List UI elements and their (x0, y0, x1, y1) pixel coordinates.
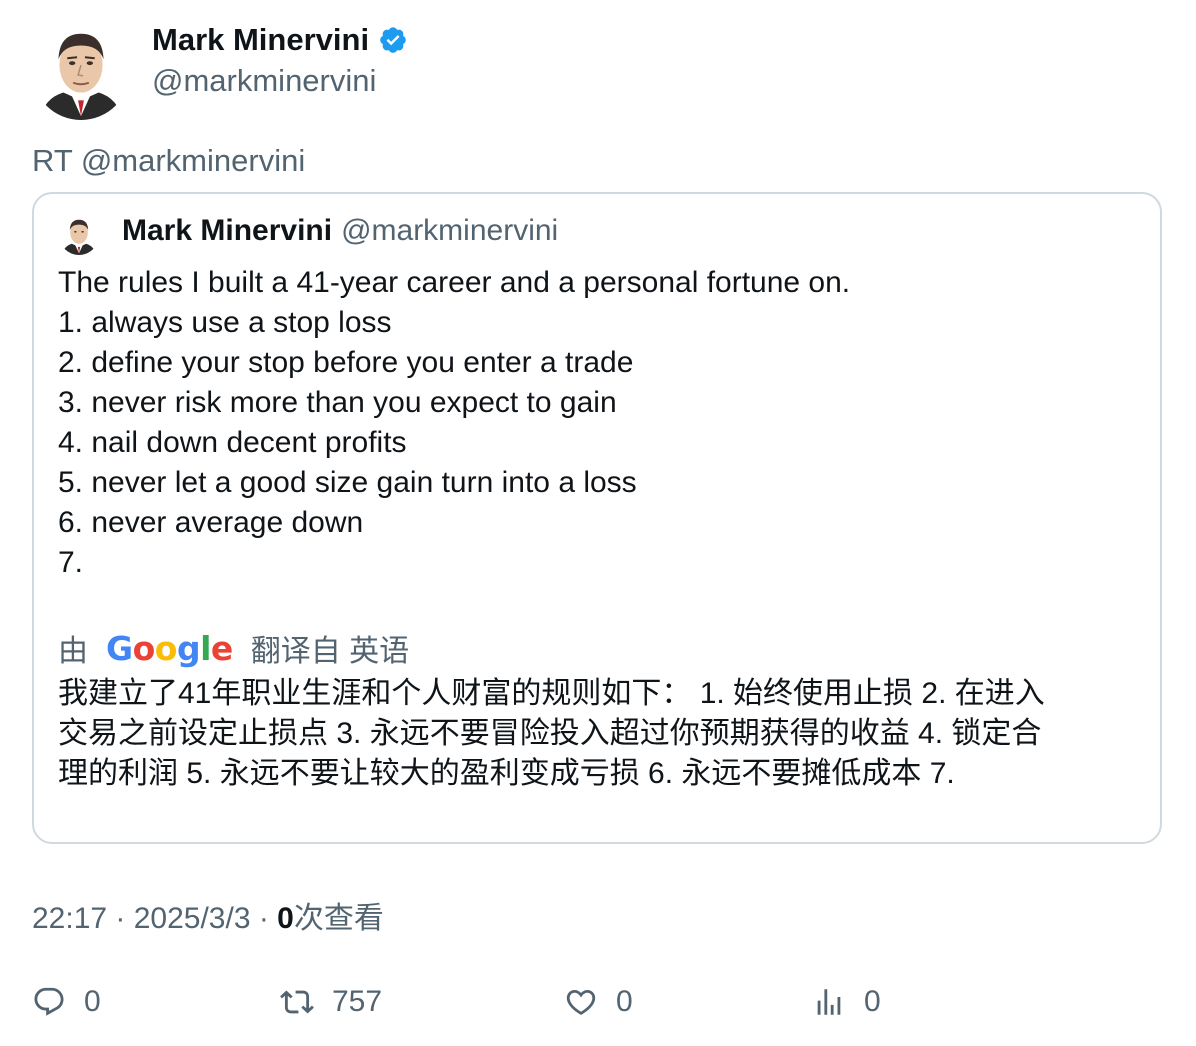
avatar-illustration-small (59, 215, 99, 255)
google-logo-icon: Google (106, 628, 233, 668)
quoted-tweet-header: Mark Minervini @markminervini (122, 214, 558, 248)
like-count: 0 (616, 985, 633, 1018)
author-avatar[interactable] (32, 22, 130, 120)
quoted-text-line: 4. nail down decent profits (58, 426, 407, 459)
quoted-text-line: The rules I built a 41-year career and a… (58, 266, 851, 299)
author-handle[interactable]: @markminervini (152, 63, 376, 99)
translated-text-line: 交易之前设定止损点 3. 永远不要冒险投入超过你预期获得的收益 4. 锁定合 (58, 717, 1042, 750)
quoted-text-line: 5. never let a good size gain turn into … (58, 466, 637, 499)
author-name-text[interactable]: Mark Minervini (152, 22, 369, 58)
views-action-count: 0 (864, 985, 881, 1018)
retweet-count: 757 (332, 985, 383, 1018)
reply-icon (34, 987, 64, 1016)
translated-text-line: 我建立了41年职业生涯和个人财富的规则如下： 1. 始终使用止损 2. 在进入 (58, 677, 1045, 710)
quoted-text-line: 6. never average down (58, 506, 364, 539)
heart-icon (566, 989, 596, 1015)
quoted-text-line: 3. never risk more than you expect to ga… (58, 386, 617, 419)
views-label: 次查看 (293, 902, 384, 935)
quoted-text-line: 2. define your stop before you enter a t… (58, 346, 634, 379)
tweet-timestamp[interactable]: 22:17 · 2025/3/3 · (32, 902, 277, 935)
quoted-text-line: 1. always use a stop loss (58, 306, 392, 339)
retweet-button[interactable]: 757 (280, 982, 382, 1022)
avatar-illustration (32, 22, 130, 120)
translate-prefix: 由 (58, 635, 88, 668)
views-button[interactable]: 0 (812, 982, 881, 1022)
quoted-author-name[interactable]: Mark Minervini (122, 214, 332, 247)
views-count: 0 (277, 902, 294, 935)
retweet-icon (280, 990, 314, 1014)
verified-badge-icon[interactable] (378, 25, 408, 55)
retweet-text: RT @markminervini (32, 143, 306, 178)
translated-text: 我建立了41年职业生涯和个人财富的规则如下： 1. 始终使用止损 2. 在进入 … (58, 674, 1128, 794)
quoted-text-line: 7. (58, 546, 84, 579)
like-button[interactable]: 0 (564, 982, 633, 1022)
translated-text-line: 理的利润 5. 永远不要让较大的盈利变成亏损 6. 永远不要摊低成本 7. (58, 757, 955, 790)
reply-button[interactable]: 0 (32, 982, 101, 1022)
reply-count: 0 (84, 985, 101, 1018)
author-name[interactable]: Mark Minervini (152, 22, 408, 58)
tweet-meta: 22:17 · 2025/3/3 · 0次查看 (32, 893, 384, 937)
translate-suffix: 翻译自 英语 (250, 635, 410, 668)
quoted-author-handle[interactable]: @markminervini (341, 214, 558, 247)
analytics-icon (817, 989, 841, 1015)
quoted-author-avatar[interactable] (59, 215, 99, 255)
translation-attribution[interactable]: 由 Google 翻译自 英语 (58, 626, 409, 670)
quoted-tweet-text: The rules I built a 41-year career and a… (58, 263, 1148, 583)
